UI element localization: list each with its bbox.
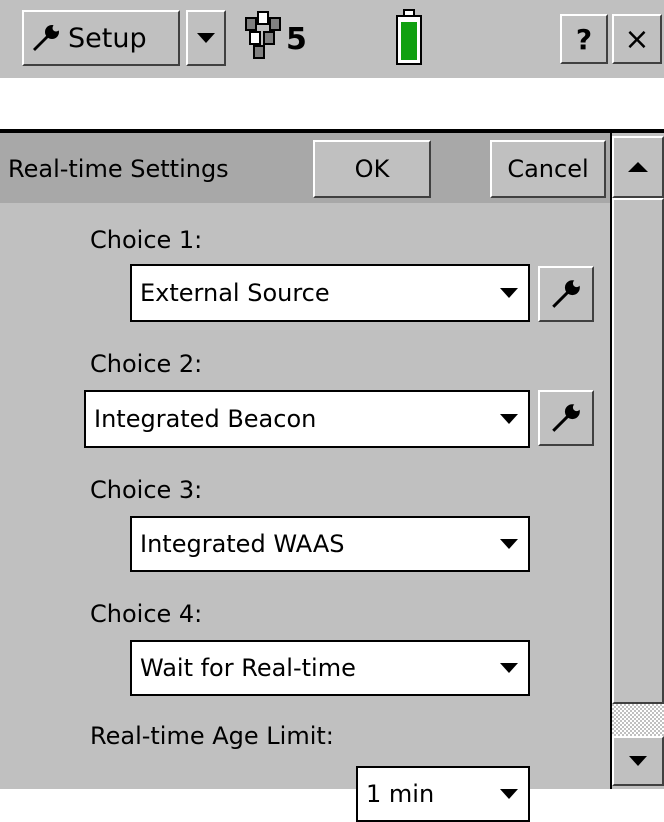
close-button[interactable]: × — [612, 14, 662, 64]
form-title: Real-time Settings — [8, 155, 229, 183]
arrow-up-icon — [628, 162, 648, 172]
choice-1-config-button[interactable] — [538, 266, 594, 322]
status-area — [0, 78, 664, 132]
choice-1-label: Choice 1: — [90, 226, 203, 254]
scroll-track[interactable] — [612, 704, 664, 736]
choice-2-value: Integrated Beacon — [94, 405, 317, 433]
choice-3-label: Choice 3: — [90, 476, 203, 504]
scroll-down-button[interactable] — [612, 736, 664, 786]
setup-label: Setup — [68, 22, 147, 54]
choice-2-label: Choice 2: — [90, 350, 203, 378]
choice-2-dropdown[interactable]: Integrated Beacon — [84, 390, 530, 448]
satellite-count: 5 — [286, 22, 307, 57]
age-limit-dropdown[interactable]: 1 min — [356, 766, 530, 822]
chevron-down-icon — [500, 663, 518, 673]
battery-icon[interactable] — [394, 8, 424, 66]
ok-button[interactable]: OK — [313, 140, 431, 198]
choice-4-label: Choice 4: — [90, 600, 203, 628]
age-limit-value: 1 min — [366, 780, 435, 808]
age-limit-label: Real-time Age Limit: — [90, 722, 334, 750]
arrow-down-icon — [629, 756, 647, 766]
setup-dropdown-button[interactable] — [186, 10, 226, 66]
chevron-down-icon — [197, 33, 215, 43]
chevron-down-icon — [500, 288, 518, 298]
wrench-icon — [552, 279, 581, 308]
wrench-icon — [33, 24, 60, 51]
help-button[interactable]: ? — [560, 14, 608, 64]
choice-3-value: Integrated WAAS — [140, 530, 345, 558]
choice-3-dropdown[interactable]: Integrated WAAS — [130, 516, 530, 572]
choice-4-dropdown[interactable]: Wait for Real-time — [130, 640, 530, 696]
cancel-button[interactable]: Cancel — [490, 140, 606, 198]
wrench-icon — [552, 403, 581, 432]
scroll-thumb[interactable] — [612, 198, 664, 704]
choice-1-dropdown[interactable]: External Source — [130, 264, 530, 322]
chevron-down-icon — [500, 789, 518, 799]
chevron-down-icon — [500, 539, 518, 549]
setup-menu-button[interactable]: Setup — [22, 10, 180, 66]
choice-1-value: External Source — [140, 279, 330, 307]
chevron-down-icon — [500, 414, 518, 424]
choice-4-value: Wait for Real-time — [140, 654, 356, 682]
scroll-up-button[interactable] — [612, 136, 664, 198]
satellite-icon[interactable] — [244, 10, 284, 62]
choice-2-config-button[interactable] — [538, 390, 594, 446]
